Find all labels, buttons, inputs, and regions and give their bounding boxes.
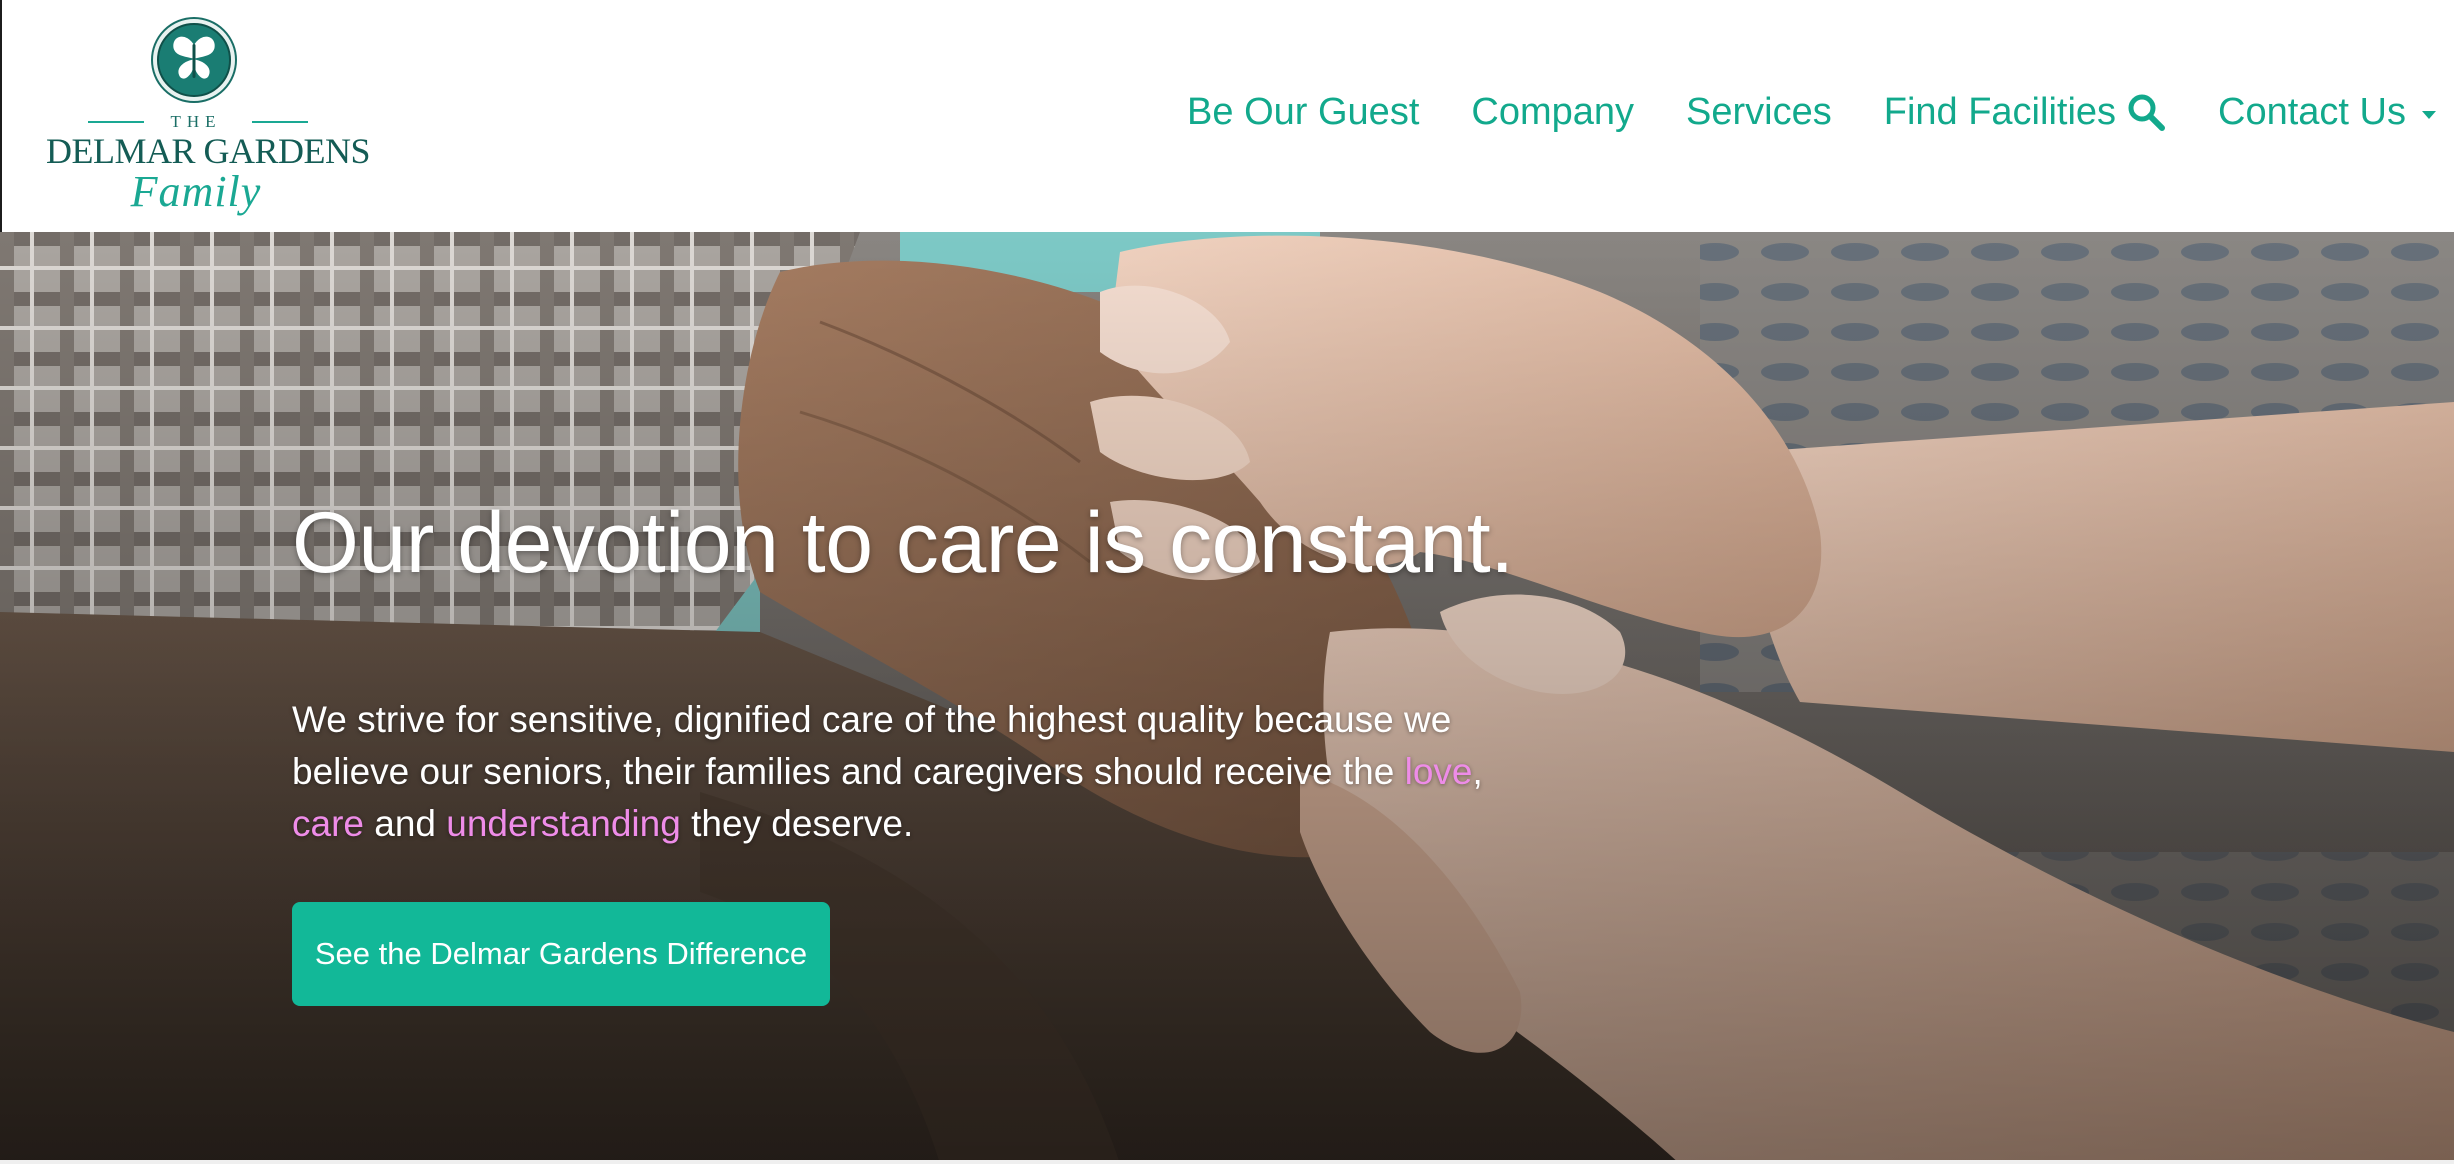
nav-item-label: Company — [1471, 90, 1635, 133]
nav-item-company[interactable]: Company — [1471, 91, 1634, 134]
highlight-care: care — [292, 803, 364, 844]
butterfly-emblem-icon — [151, 17, 237, 103]
hero-body-text: , — [1472, 751, 1483, 792]
hero-body: We strive for sensitive, dignified care … — [292, 694, 1552, 850]
caret-down-icon — [2422, 111, 2436, 119]
delmar-gardens-logo[interactable]: THE DELMAR GARDENS Family — [46, 16, 371, 216]
nav-item-label: Contact Us — [2218, 90, 2406, 133]
hero-body-text: We strive for sensitive, dignified care … — [292, 699, 1452, 792]
main-nav: Be Our Guest Company Services Find Facil… — [1135, 84, 2436, 140]
hero-body-text: and — [363, 803, 447, 844]
highlight-understanding: understanding — [446, 803, 681, 844]
nav-item-services[interactable]: Services — [1686, 91, 1832, 134]
hero-banner: Our devotion to care is constant. We str… — [0, 232, 2454, 1164]
hero-title: Our devotion to care is constant. — [292, 495, 1514, 591]
nav-item-find-facilities[interactable]: Find Facilities — [1884, 91, 2166, 134]
hero-bottom-divider — [0, 1160, 2454, 1164]
logo-script: Family — [130, 167, 262, 216]
nav-item-label: Find Facilities — [1883, 90, 2117, 133]
nav-item-be-our-guest[interactable]: Be Our Guest — [1187, 91, 1419, 134]
nav-item-label: Be Our Guest — [1187, 90, 1420, 133]
page: THE DELMAR GARDENS Family Be Our Guest C… — [0, 0, 2454, 1164]
logo-the: THE — [170, 112, 222, 131]
nav-item-label: Services — [1686, 90, 1832, 133]
see-difference-button[interactable]: See the Delmar Gardens Difference — [292, 902, 830, 1006]
search-icon[interactable] — [2126, 92, 2166, 132]
highlight-love: love — [1404, 751, 1473, 792]
site-header: THE DELMAR GARDENS Family Be Our Guest C… — [0, 0, 2454, 232]
hero-body-text: they deserve. — [680, 803, 914, 844]
nav-item-contact-us[interactable]: Contact Us — [2218, 91, 2436, 134]
